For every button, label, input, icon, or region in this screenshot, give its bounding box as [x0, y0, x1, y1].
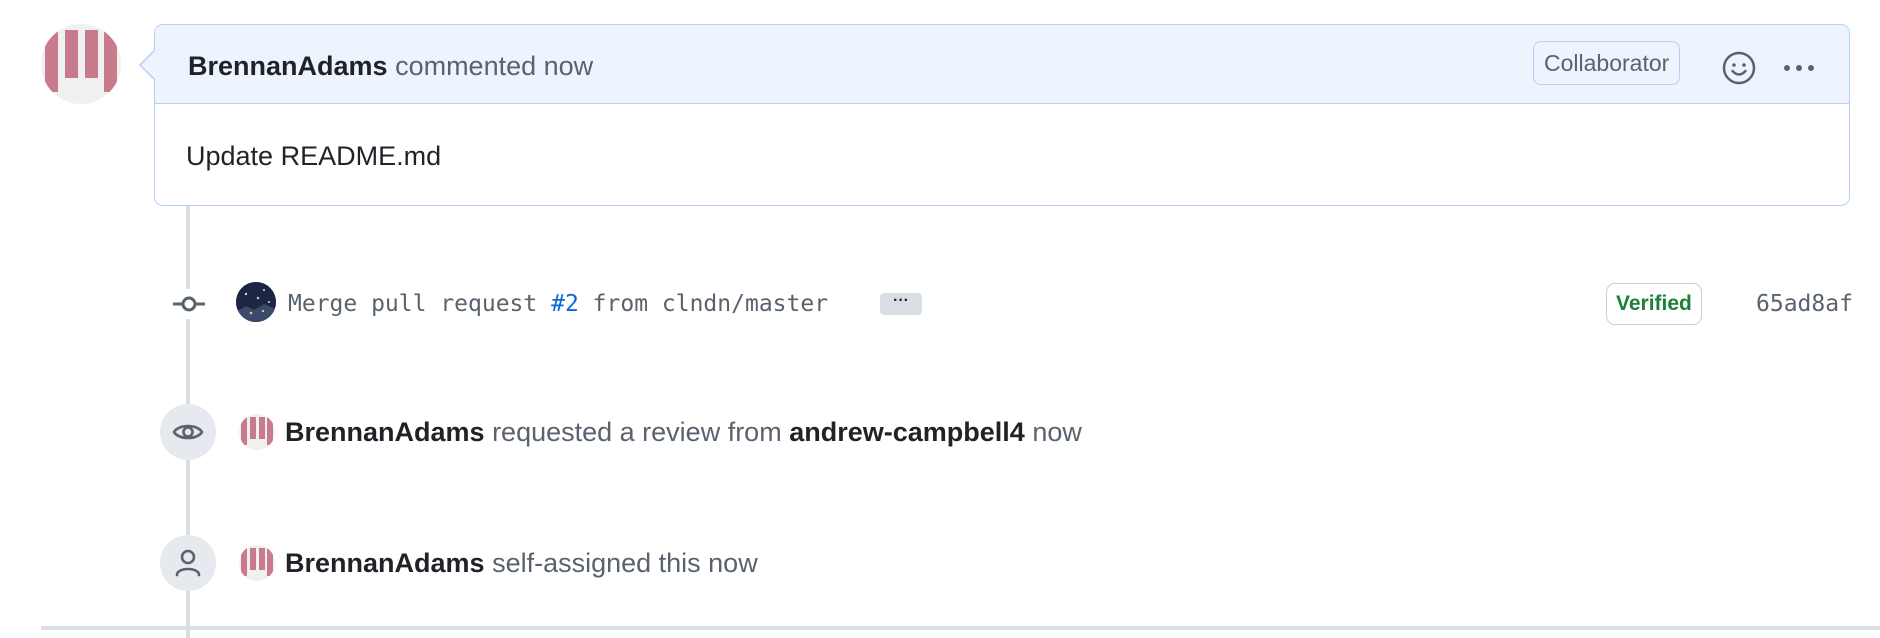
event-time[interactable]: now	[1032, 417, 1082, 447]
comment-body: Update README.md	[186, 141, 442, 171]
eye-icon	[172, 424, 204, 440]
commit-author-avatar[interactable]	[236, 282, 276, 322]
event-actor-avatar[interactable]	[239, 414, 275, 450]
collaborator-badge: Collaborator	[1533, 41, 1681, 85]
smiley-icon[interactable]	[1721, 50, 1757, 86]
pr-link[interactable]: #2	[551, 291, 579, 317]
comment-author-line: BrennanAdams commented now	[188, 51, 593, 81]
comment-action: commented now	[395, 51, 594, 81]
comment-author-link[interactable]: BrennanAdams	[188, 51, 388, 81]
reviewer-link[interactable]: andrew-campbell4	[789, 417, 1025, 447]
event-badge-review	[160, 404, 216, 460]
event-actor-avatar[interactable]	[239, 545, 275, 581]
review-requested-event: BrennanAdams requested a review from and…	[285, 417, 1082, 447]
comment-header: BrennanAdams commented now Collaborator	[155, 25, 1849, 104]
git-commit-icon	[171, 289, 207, 319]
expand-commit-button[interactable]: ···	[880, 293, 922, 315]
commit-sha-link[interactable]: 65ad8af	[1756, 287, 1853, 321]
timeline-divider	[41, 626, 1880, 630]
verified-badge[interactable]: Verified	[1606, 283, 1702, 325]
commit-message[interactable]: Merge pull request #2 from clndn/master	[288, 287, 828, 321]
event-actor-link[interactable]: BrennanAdams	[285, 417, 485, 447]
event-actor-link[interactable]: BrennanAdams	[285, 548, 485, 578]
person-icon	[175, 549, 201, 577]
comment-box: BrennanAdams commented now Collaborator …	[139, 24, 1850, 206]
self-assigned-event: BrennanAdams self-assigned this now	[285, 548, 758, 578]
kebab-horizontal-icon[interactable]	[1779, 53, 1819, 83]
event-badge-assigned	[160, 535, 216, 591]
comment-author-avatar[interactable]	[41, 24, 121, 104]
